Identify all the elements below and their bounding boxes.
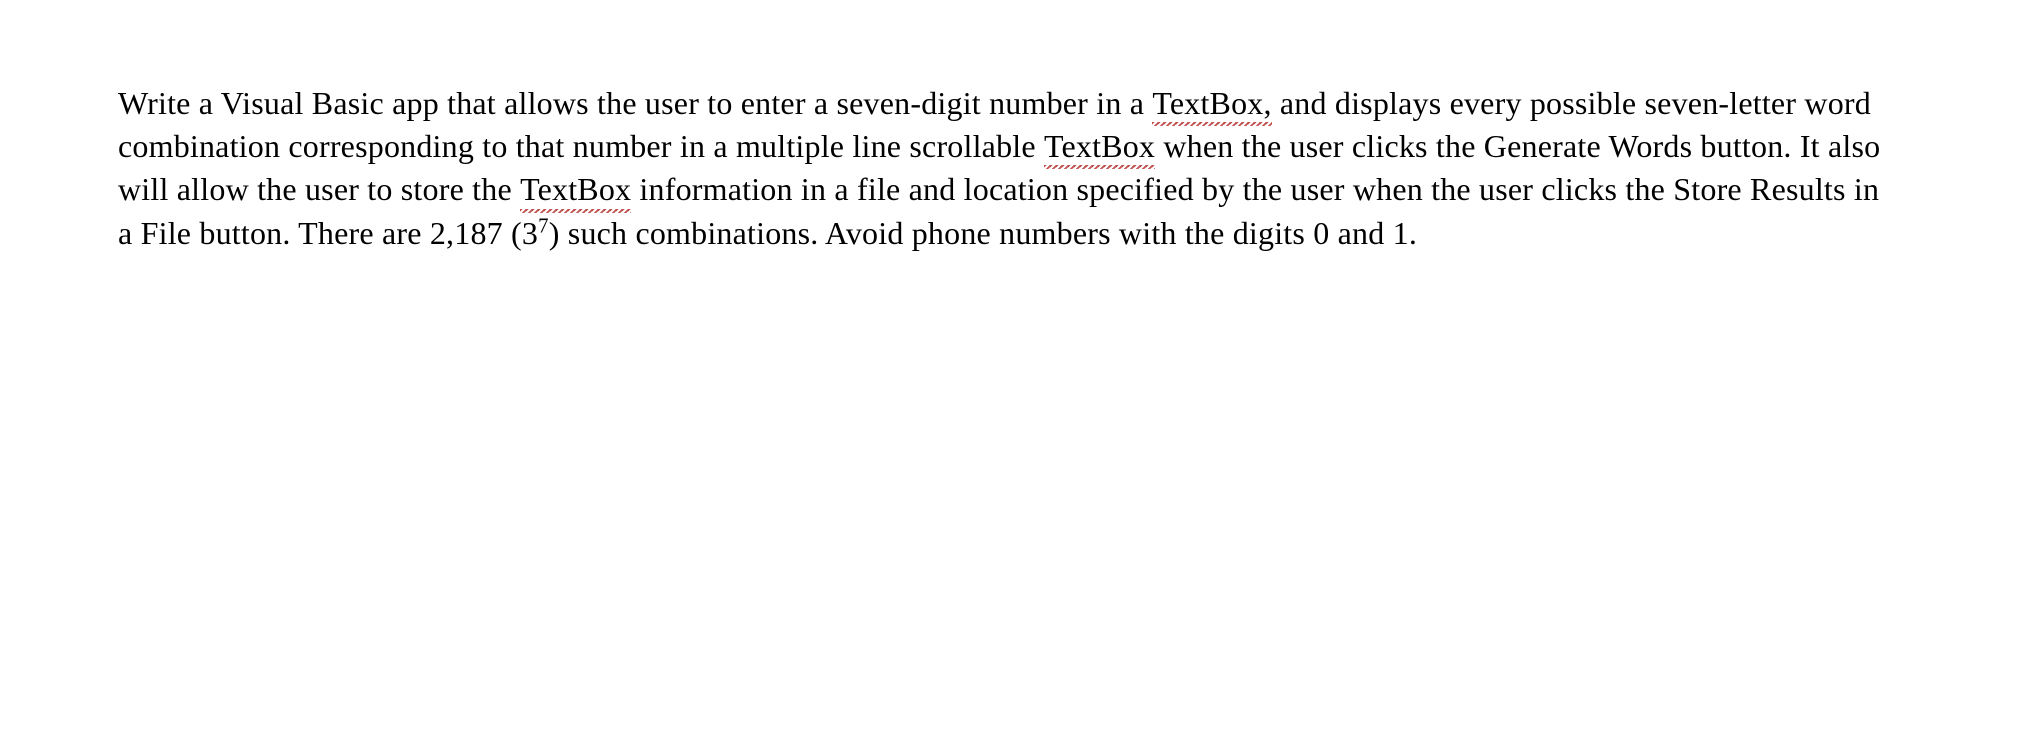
spellcheck-word-1: TextBox, <box>1152 82 1271 125</box>
superscript-exponent: 7 <box>538 214 549 237</box>
spellcheck-word-2: TextBox <box>1044 125 1155 168</box>
text-segment-1: Write a Visual Basic app that allows the… <box>118 85 1152 121</box>
assignment-paragraph: Write a Visual Basic app that allows the… <box>118 82 1892 255</box>
document-page: Write a Visual Basic app that allows the… <box>0 0 2022 255</box>
spellcheck-word-3: TextBox <box>520 168 631 211</box>
text-segment-5: ) such combinations. Avoid phone numbers… <box>549 215 1417 251</box>
